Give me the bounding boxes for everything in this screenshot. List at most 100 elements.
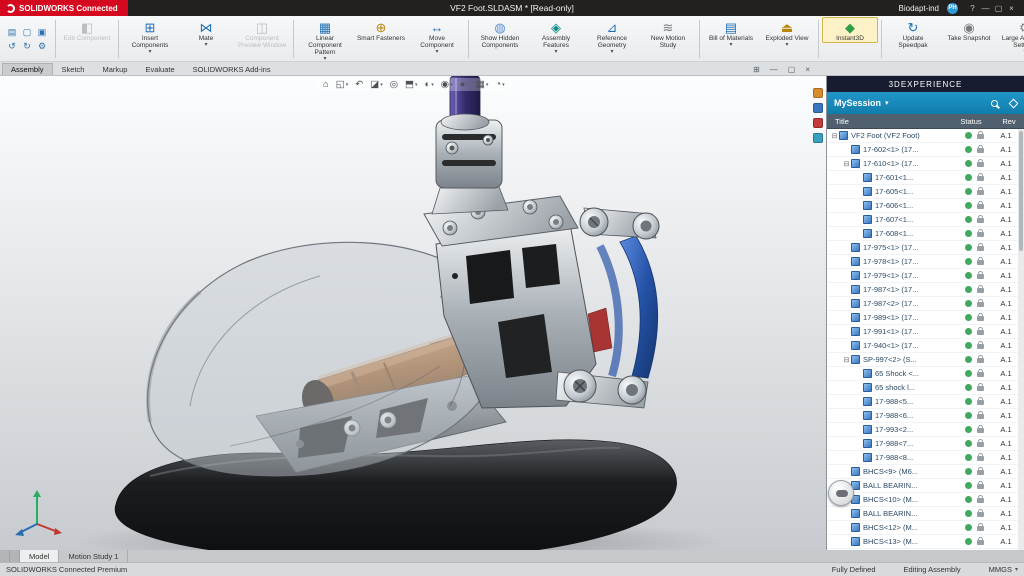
bill-of-materials-button[interactable]: ▤ Bill of Materials ▾ [703, 17, 759, 49]
tree-row[interactable]: 65 shock l... A.1 [827, 381, 1018, 395]
column-title[interactable]: Title [827, 117, 948, 126]
help-icon[interactable]: ? [966, 4, 979, 13]
tree-row[interactable]: 17-987<1> (17... A.1 [827, 283, 1018, 297]
tree-row[interactable]: BHCS<9> (M6... A.1 [827, 465, 1018, 479]
tree-row[interactable]: BALL BEARIN...A.1 [827, 549, 1018, 550]
insert-components-button[interactable]: ⊞ Insert Components ▾ [122, 17, 178, 56]
tree-row[interactable]: 17-993<2... A.1 [827, 423, 1018, 437]
close-doc-icon[interactable]: × [805, 65, 810, 74]
chevron-down-icon[interactable]: ▾ [380, 82, 383, 88]
chevron-down-icon[interactable]: ▾ [435, 49, 438, 55]
display-style-button[interactable]: ◐ ▾ [425, 79, 434, 90]
panel-scrollbar[interactable] [1018, 129, 1024, 550]
user-avatar[interactable]: PH [947, 2, 958, 14]
edit-appearance-button[interactable]: ● ▾ [460, 79, 469, 90]
close-window-icon[interactable]: × [1005, 4, 1018, 13]
tree-row[interactable]: 65 Shock <... A.1 [827, 367, 1018, 381]
update-speedpak-button[interactable]: ↻ Update Speedpak [885, 17, 941, 50]
custom-properties-icon[interactable] [813, 133, 823, 143]
tree-row[interactable]: 17-988<8... A.1 [827, 451, 1018, 465]
tree-row[interactable]: 17-987<2> (17... A.1 [827, 297, 1018, 311]
minimize-window-icon[interactable]: — [979, 4, 992, 13]
tree-row[interactable]: 17-605<1... A.1 [827, 185, 1018, 199]
chevron-down-icon[interactable]: ▾ [502, 82, 505, 88]
chevron-down-icon[interactable]: ▾ [415, 82, 418, 88]
units-selector[interactable]: MMGS ▾ [989, 565, 1018, 574]
tree-row[interactable]: 17-988<6... A.1 [827, 409, 1018, 423]
smart-fasteners-button[interactable]: ⊕ Smart Fasteners [353, 17, 409, 43]
mate-button[interactable]: ⋈ Mate ▾ [178, 17, 234, 49]
restore-window-icon[interactable]: ▢ [992, 4, 1005, 13]
tab-assembly[interactable]: Assembly [2, 63, 53, 75]
zoom-fit-button[interactable]: ⌂ [323, 79, 329, 90]
tree-row[interactable]: 17-607<1... A.1 [827, 213, 1018, 227]
app-logo[interactable]: SOLIDWORKS Connected [0, 0, 128, 16]
save-icon[interactable]: ▣ [35, 26, 49, 39]
collapse-icon[interactable]: ⊟ [842, 356, 851, 364]
tab-solidworks-add-ins[interactable]: SOLIDWORKS Add-ins [184, 63, 280, 75]
tree-row[interactable]: BHCS<13> (M... A.1 [827, 535, 1018, 549]
chevron-down-icon[interactable]: ▾ [466, 82, 469, 88]
tab-sketch[interactable]: Sketch [53, 63, 94, 75]
tree-row[interactable]: BHCS<10> (M... A.1 [827, 493, 1018, 507]
tree-row[interactable]: BALL BEARIN...A.1 [827, 479, 1018, 493]
tree-row[interactable]: BALL BEARIN...A.1 [827, 507, 1018, 521]
tree-row[interactable]: 17-940<1> (17... A.1 [827, 339, 1018, 353]
tab-evaluate[interactable]: Evaluate [136, 63, 183, 75]
assembly-features-button[interactable]: ◈ Assembly Features ▾ [528, 17, 584, 56]
search-icon[interactable] [991, 99, 998, 107]
chevron-down-icon[interactable]: ▾ [346, 82, 349, 88]
chevron-down-icon[interactable]: ▾ [431, 82, 434, 88]
chevron-down-icon[interactable]: ▾ [885, 99, 889, 107]
chevron-down-icon[interactable]: ▾ [486, 82, 489, 88]
dynamic-annotation-button[interactable]: ◎ [390, 79, 398, 90]
column-rev[interactable]: Rev [994, 117, 1024, 126]
previous-view-button[interactable]: ↶ [355, 79, 363, 90]
graphics-viewport[interactable]: ⌂ ◱ ▾ ↶ ◪ ▾ ◎ ⬒ ▾ ◐ ▾ ◉ ▾ ● ▾ ▦ ▾ ◔ ▾ [0, 76, 826, 550]
chevron-down-icon[interactable]: ▾ [785, 42, 788, 48]
chevron-down-icon[interactable]: ▾ [204, 42, 207, 48]
move-component-button[interactable]: ↔ Move Component ▾ [409, 17, 465, 56]
pane-splitter-icon[interactable] [10, 550, 20, 562]
exploded-view-button[interactable]: ⏏ Exploded View ▾ [759, 17, 815, 49]
instant3d-button[interactable]: ◆ Instant3D [822, 17, 878, 43]
doc-tab-motion-study-1[interactable]: Motion Study 1 [59, 550, 129, 562]
tree-row[interactable]: 17-975<1> (17... A.1 [827, 241, 1018, 255]
apply-scene-button[interactable]: ▦ ▾ [476, 79, 489, 90]
tree-row[interactable]: 17-989<1> (17... A.1 [827, 311, 1018, 325]
chevron-down-icon[interactable]: ▾ [610, 49, 613, 55]
zoom-area-button[interactable]: ◱ ▾ [336, 79, 349, 90]
tree-row[interactable]: 17-606<1... A.1 [827, 199, 1018, 213]
collapse-icon[interactable]: ⊟ [842, 160, 851, 168]
chevron-down-icon[interactable]: ▾ [1015, 566, 1018, 573]
view-orientation-button[interactable]: ⬒ ▾ [405, 79, 418, 90]
tree-row[interactable]: 17-979<1> (17... A.1 [827, 269, 1018, 283]
collapse-icon[interactable]: ⊟ [830, 132, 839, 140]
clamp-assembly[interactable] [431, 119, 509, 215]
tree-row[interactable]: 17-991<1> (17... A.1 [827, 325, 1018, 339]
tree-row[interactable]: 17-602<1> (17... A.1 [827, 143, 1018, 157]
open-document-icon[interactable]: ▢ [20, 26, 34, 39]
restore-doc-icon[interactable]: ▢ [788, 65, 796, 74]
companion-assistant-button[interactable] [828, 480, 854, 506]
reference-geometry-button[interactable]: ⊿ Reference Geometry ▾ [584, 17, 640, 56]
tree-group-row[interactable]: ⊟ VF2 Foot (VF2 Foot) A.1 [827, 129, 1018, 143]
view-settings-button[interactable]: ◔ ▾ [495, 79, 504, 90]
chevron-down-icon[interactable]: ▾ [148, 49, 151, 55]
options-icon[interactable]: ⚙ [35, 40, 49, 53]
show-hidden-components-button[interactable]: ◍ Show Hidden Components [472, 17, 528, 50]
viewport-menu-icon[interactable]: ⊞ [753, 65, 760, 74]
tree-row[interactable]: 17-978<1> (17... A.1 [827, 255, 1018, 269]
new-motion-study-button[interactable]: ≋ New Motion Study [640, 17, 696, 50]
file-menu-icon[interactable]: ▤ [5, 26, 19, 39]
chevron-down-icon[interactable]: ▾ [554, 49, 557, 55]
linear-component-pattern-button[interactable]: ▦ Linear Component Pattern ▾ [297, 17, 353, 63]
scrollbar-thumb[interactable] [1019, 131, 1023, 251]
hide-show-items-button[interactable]: ◉ ▾ [441, 79, 453, 90]
pane-splitter-icon[interactable] [0, 550, 10, 562]
undo-icon[interactable]: ↺ [5, 40, 19, 53]
column-status[interactable]: Status [948, 117, 994, 126]
appearances-icon[interactable] [813, 118, 823, 128]
tree-row[interactable]: BHCS<12> (M... A.1 [827, 521, 1018, 535]
chevron-down-icon[interactable]: ▾ [450, 82, 453, 88]
